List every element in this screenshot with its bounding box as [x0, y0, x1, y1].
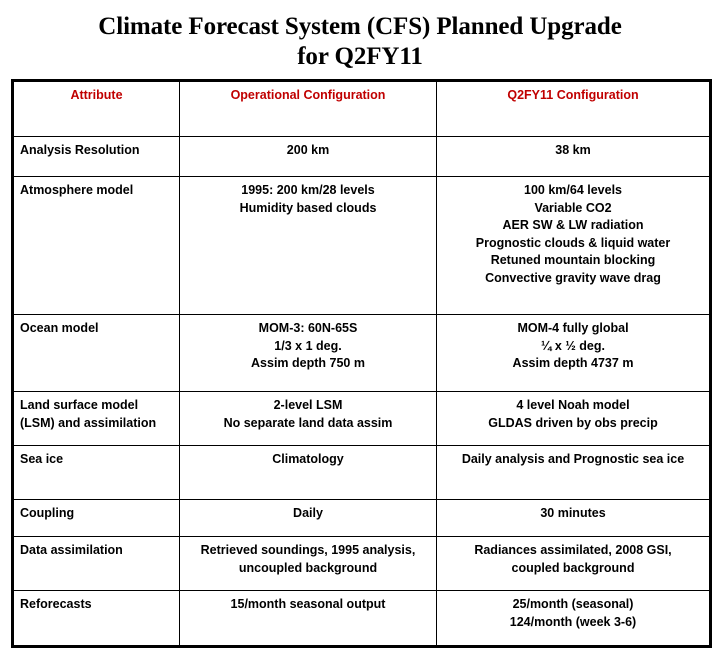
cell-operational: Climatology [179, 445, 437, 500]
cell-attribute: Reforecasts [12, 590, 180, 647]
cell-line: GLDAS driven by obs precip [488, 415, 658, 430]
column-header-operational-configuration: Operational Configuration [179, 80, 437, 137]
cell-line: 200 km [286, 143, 330, 157]
cell-line: Assim depth 750 m [251, 356, 365, 370]
cell-operational: Retrieved soundings, 1995 analysis, unco… [179, 536, 437, 591]
column-header-attribute: Attribute [12, 80, 180, 137]
cell-line: Sea ice [20, 452, 64, 466]
cell-line: Humidity based clouds [239, 200, 377, 215]
cell-line: Daily [293, 506, 323, 520]
cell-line: 2-level LSM [273, 398, 343, 412]
cell-line: MOM-4 fully global [517, 321, 629, 335]
cell-operational: MOM-3: 60N-65S 1/3 x 1 deg. Assim depth … [179, 314, 437, 392]
cell-q2fy11: 38 km [436, 136, 711, 177]
cell-attribute: Data assimilation [12, 536, 180, 591]
table-row: Data assimilation Retrieved soundings, 1… [12, 536, 711, 591]
cell-q2fy11: 4 level Noah model GLDAS driven by obs p… [436, 391, 711, 446]
cell-line: 4 level Noah model [516, 398, 630, 412]
cell-line: Variable CO2 [534, 200, 612, 215]
cell-attribute: Analysis Resolution [12, 136, 180, 177]
cell-q2fy11: 100 km/64 levels Variable CO2 AER SW & L… [436, 176, 711, 315]
cell-line: Retrieved soundings, 1995 analysis, [200, 543, 416, 557]
cfs-upgrade-table: Attribute Operational Configuration Q2FY… [11, 79, 712, 648]
table-row: Atmosphere model 1995: 200 km/28 levels … [12, 176, 711, 315]
cell-line: MOM-3: 60N-65S [258, 321, 358, 335]
cell-q2fy11: 25/month (seasonal) 124/month (week 3-6) [436, 590, 711, 647]
cell-line: AER SW & LW radiation [502, 218, 644, 232]
cell-attribute: Coupling [12, 499, 180, 537]
cell-line: Prognostic clouds & liquid water [475, 235, 671, 250]
cell-q2fy11: Daily analysis and Prognostic sea ice [436, 445, 711, 500]
cell-operational: 200 km [179, 136, 437, 177]
cell-line: Analysis Resolution [20, 143, 140, 157]
cell-line: 1/3 x 1 deg. [274, 338, 342, 353]
cell-line: Coupling [20, 506, 75, 520]
table-body: Analysis Resolution 200 km 38 km Atmosph… [12, 136, 711, 647]
cell-line: 38 km [555, 143, 591, 157]
cell-line: 100 km/64 levels [524, 183, 622, 197]
cell-line: Data assimilation [20, 543, 123, 557]
cell-line: No separate land data assim [223, 415, 393, 430]
cell-line: 124/month (week 3-6) [509, 614, 637, 629]
cell-line: coupled background [511, 560, 635, 575]
cell-line: Retuned mountain blocking [490, 253, 656, 267]
cell-operational: 2-level LSM No separate land data assim [179, 391, 437, 446]
cell-line: Radiances assimilated, 2008 GSI, [474, 543, 672, 557]
table-row: Sea ice Climatology Daily analysis and P… [12, 445, 711, 500]
cell-operational: Daily [179, 499, 437, 537]
cell-line: 25/month (seasonal) [512, 597, 634, 611]
cell-line: Atmosphere model [20, 183, 134, 197]
cell-line: 15/month seasonal output [230, 597, 386, 611]
cell-line: Ocean model [20, 321, 99, 335]
cell-line: 30 minutes [540, 506, 606, 520]
table-header: Attribute Operational Configuration Q2FY… [12, 80, 711, 137]
cell-line: Assim depth 4737 m [512, 356, 634, 370]
cell-attribute: Atmosphere model [12, 176, 180, 315]
cell-line: 1995: 200 km/28 levels [241, 183, 375, 197]
cell-line: Land surface model [20, 398, 139, 412]
page-title-line-2: for Q2FY11 [297, 43, 423, 70]
comparison-table-container: Attribute Operational Configuration Q2FY… [11, 79, 712, 648]
cell-line: Daily analysis and Prognostic sea ice [461, 452, 685, 466]
cell-line: Climatology [272, 452, 344, 466]
cell-q2fy11: Radiances assimilated, 2008 GSI, coupled… [436, 536, 711, 591]
table-row: Land surface model (LSM) and assimilatio… [12, 391, 711, 446]
cell-attribute: Ocean model [12, 314, 180, 392]
cell-line: (LSM) and assimilation [20, 415, 157, 430]
cell-attribute: Land surface model (LSM) and assimilatio… [12, 391, 180, 446]
slide-root: Climate Forecast System (CFS) Planned Up… [0, 0, 720, 648]
table-row: Coupling Daily 30 minutes [12, 499, 711, 537]
table-header-row: Attribute Operational Configuration Q2FY… [12, 80, 711, 137]
page-title: Climate Forecast System (CFS) Planned Up… [20, 12, 700, 72]
cell-line: Reforecasts [20, 597, 92, 611]
table-row: Ocean model MOM-3: 60N-65S 1/3 x 1 deg. … [12, 314, 711, 392]
column-header-q2fy11-configuration: Q2FY11 Configuration [436, 80, 711, 137]
cell-q2fy11: MOM-4 fully global ¼ x ½ deg. Assim dept… [436, 314, 711, 392]
cell-line: uncoupled background [238, 560, 378, 575]
cell-operational: 15/month seasonal output [179, 590, 437, 647]
cell-line: ¼ x ½ deg. [541, 338, 605, 353]
table-row: Reforecasts 15/month seasonal output 25/… [12, 590, 711, 647]
page-title-line-1: Climate Forecast System (CFS) Planned Up… [98, 13, 622, 40]
cell-attribute: Sea ice [12, 445, 180, 500]
cell-line: Convective gravity wave drag [485, 270, 661, 285]
cell-operational: 1995: 200 km/28 levels Humidity based cl… [179, 176, 437, 315]
table-row: Analysis Resolution 200 km 38 km [12, 136, 711, 177]
cell-q2fy11: 30 minutes [436, 499, 711, 537]
